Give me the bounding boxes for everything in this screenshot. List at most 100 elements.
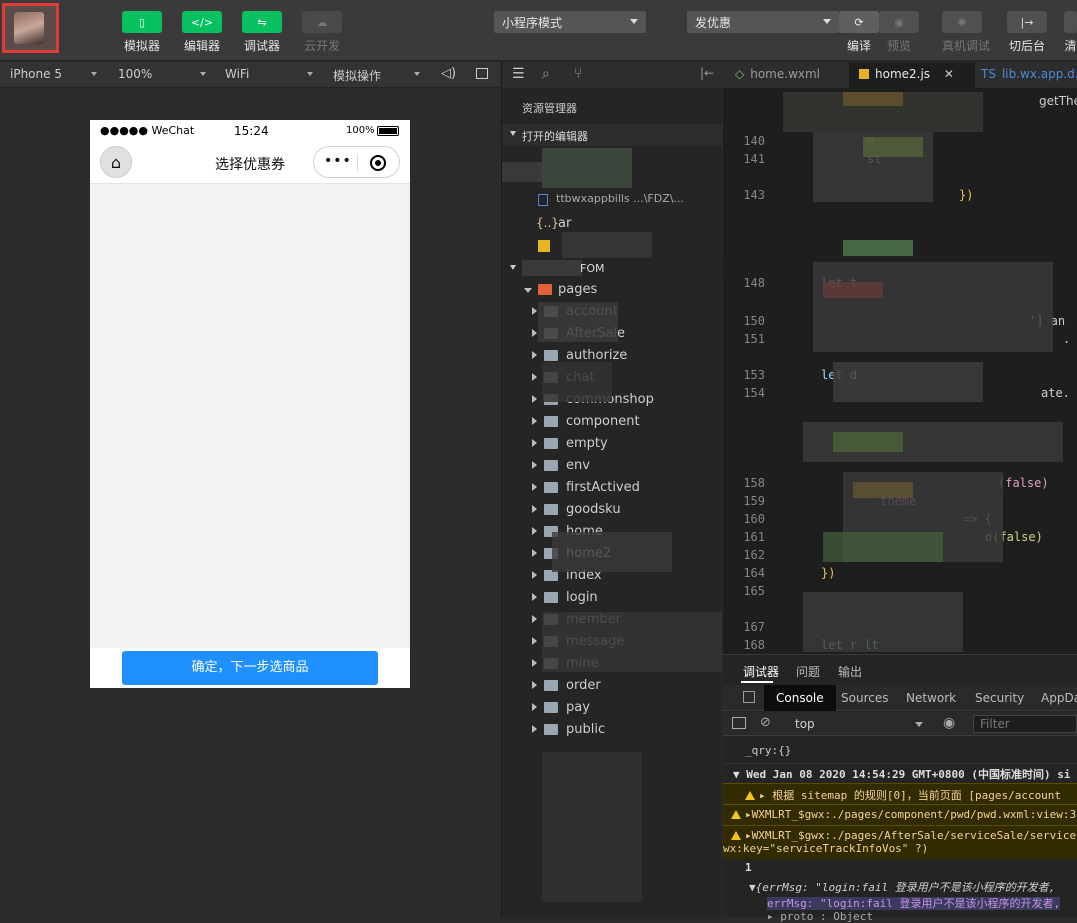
search-icon[interactable]: ⌕	[542, 66, 550, 82]
simulator-label: 模拟器	[123, 39, 160, 53]
folder-icon	[544, 416, 558, 427]
folder-icon	[544, 724, 558, 735]
source-control-icon[interactable]: ⑂	[574, 66, 582, 82]
chevron-right-icon	[532, 725, 537, 733]
volume-icon[interactable]: ◁)	[441, 66, 456, 81]
tab-network[interactable]: Network	[906, 691, 956, 705]
close-icon[interactable]: ✕	[944, 67, 954, 81]
console-warning[interactable]: ▸ 根据 sitemap 的规则[0]，当前页面 [pages/account	[723, 783, 1077, 804]
code-text[interactable]: })	[959, 188, 973, 202]
pixelated-region	[843, 240, 913, 256]
chevron-right-icon	[532, 461, 537, 469]
tree-folder-item[interactable]: empty	[502, 434, 723, 456]
tab-output[interactable]: 输出	[838, 663, 862, 680]
tree-folder-item[interactable]: pay	[502, 698, 723, 720]
tab-appdata[interactable]: AppDa	[1041, 691, 1077, 705]
clear-console-icon[interactable]: ⊘	[760, 715, 771, 730]
tree-folder-item[interactable]: goodsku	[502, 500, 723, 522]
network-select[interactable]: WiFi	[225, 67, 249, 81]
chevron-right-icon	[532, 637, 537, 645]
code-text[interactable]: (false)	[998, 476, 1049, 490]
tree-folder-item[interactable]: authorize	[502, 346, 723, 368]
compile-mode-select[interactable]: 发优惠	[687, 11, 839, 33]
folder-label: goodsku	[566, 502, 621, 517]
editor-button[interactable]: </> 编辑器	[182, 11, 222, 54]
console-group-header[interactable]: ▼ Wed Jan 08 2020 14:54:29 GMT+0800 (中国标…	[723, 763, 1077, 783]
eye-icon[interactable]: ◉	[943, 715, 955, 731]
close-miniprogram-icon[interactable]	[370, 155, 386, 171]
code-text[interactable]: .	[1063, 332, 1070, 346]
chevron-right-icon	[532, 659, 537, 667]
inspect-icon[interactable]	[743, 691, 755, 703]
warning-icon	[731, 831, 741, 840]
warning-text: ▸ 根据 sitemap 的规则[0]，当前页面 [pages/account	[759, 789, 1062, 802]
open-editors-header[interactable]: 打开的编辑器	[502, 124, 723, 146]
remote-debug-button[interactable]: ✺ 真机调试	[942, 11, 991, 54]
eye-icon: ◉	[879, 11, 919, 33]
pixelated-region	[833, 432, 903, 452]
line-number: 158	[743, 476, 765, 490]
debugger-button[interactable]: ⇋ 调试器	[242, 11, 282, 54]
user-avatar[interactable]	[2, 3, 59, 53]
pixelated-region	[813, 262, 1053, 352]
device-select[interactable]: iPhone 5	[10, 67, 62, 81]
tab-lib-wx-app[interactable]: TS lib.wx.app.d.ts	[975, 62, 1077, 88]
console-filter-input[interactable]: Filter	[973, 715, 1077, 733]
tab-security[interactable]: Security	[975, 691, 1024, 705]
tab-sources[interactable]: Sources	[841, 691, 888, 705]
device-value: iPhone 5	[10, 67, 62, 81]
tree-folder-pages[interactable]: pages	[502, 280, 723, 302]
tree-folder-item[interactable]: login	[502, 588, 723, 610]
context-select[interactable]: top	[785, 712, 925, 736]
line-number: 159	[743, 494, 765, 508]
line-number: 161	[743, 530, 765, 544]
tab-home-wxml[interactable]: ◇ home.wxml	[723, 62, 849, 88]
folder-icon	[544, 438, 558, 449]
preview-button[interactable]: ◉ 预览	[879, 11, 919, 54]
explorer-title: 资源管理器	[522, 102, 577, 115]
simulator-button[interactable]: ▯ 模拟器	[122, 11, 162, 54]
clear-cache-button[interactable]: 清	[1064, 11, 1077, 54]
compile-button[interactable]: ⟳ 编译	[839, 11, 879, 54]
tree-folder-item[interactable]: component	[502, 412, 723, 434]
caret-down-icon	[630, 19, 638, 24]
code-text[interactable]: ate.	[1041, 386, 1070, 400]
tree-folder-item[interactable]: chat	[502, 368, 723, 390]
line-number: 151	[743, 332, 765, 346]
operation-select[interactable]: 模拟操作	[333, 67, 381, 84]
mode-select[interactable]: 小程序模式	[494, 11, 646, 33]
confirm-next-button[interactable]: 确定，下一步选商品	[122, 651, 378, 685]
background-button[interactable]: |→ 切后台	[1007, 11, 1047, 54]
console-object-prop: errMsg: "login:fail 登录用户不是该小程序的开发者,	[723, 895, 1077, 911]
battery-text: 100%	[346, 125, 375, 136]
tab-home2-js[interactable]: home2.js ✕	[849, 62, 975, 88]
line-number: 164	[743, 566, 765, 580]
tab-console[interactable]: Console	[764, 685, 836, 711]
tree-folder-item[interactable]: commonshop	[502, 390, 723, 412]
tree-folder-item[interactable]: env	[502, 456, 723, 478]
zoom-select[interactable]: 100%	[118, 67, 152, 81]
collapse-icon[interactable]: |←	[700, 66, 714, 80]
tab-debugger[interactable]: 调试器	[743, 663, 779, 680]
open-editor-label: ar	[558, 216, 572, 231]
cloud-dev-button[interactable]: ☁ 云开发	[302, 11, 342, 54]
window-icon[interactable]	[476, 68, 488, 79]
tab-problems[interactable]: 问题	[796, 663, 820, 680]
code-icon: </>	[182, 11, 222, 33]
more-icon[interactable]: •••	[324, 153, 352, 169]
console-warning[interactable]: ▸WXMLRT_$gwx:./pages/component/pwd/pwd.w…	[723, 804, 1077, 825]
console-object[interactable]: ▼{errMsg: "login:fail 登录用户不是该小程序的开发者,	[723, 879, 1077, 895]
project-header[interactable]: FOM	[502, 258, 723, 280]
console-warning[interactable]: ▸WXMLRT_$gwx:./pages/AfterSale/serviceSa…	[723, 825, 1077, 859]
open-editor-item[interactable]: ttbwxappbills ...\FDZ\...	[502, 190, 723, 212]
sidebar-toggle-icon[interactable]	[732, 717, 746, 729]
compile-select-value: 发优惠	[695, 16, 732, 30]
code-text[interactable]: })	[821, 566, 835, 580]
files-icon[interactable]: ☰	[512, 66, 525, 82]
remote-debug-label: 真机调试	[942, 39, 991, 53]
tree-folder-item[interactable]: firstActived	[502, 478, 723, 500]
sliders-icon: ⇋	[242, 11, 282, 33]
tree-folder-item[interactable]: order	[502, 676, 723, 698]
capsule-menu[interactable]: •••	[313, 146, 400, 178]
tree-folder-item[interactable]: public	[502, 720, 723, 742]
